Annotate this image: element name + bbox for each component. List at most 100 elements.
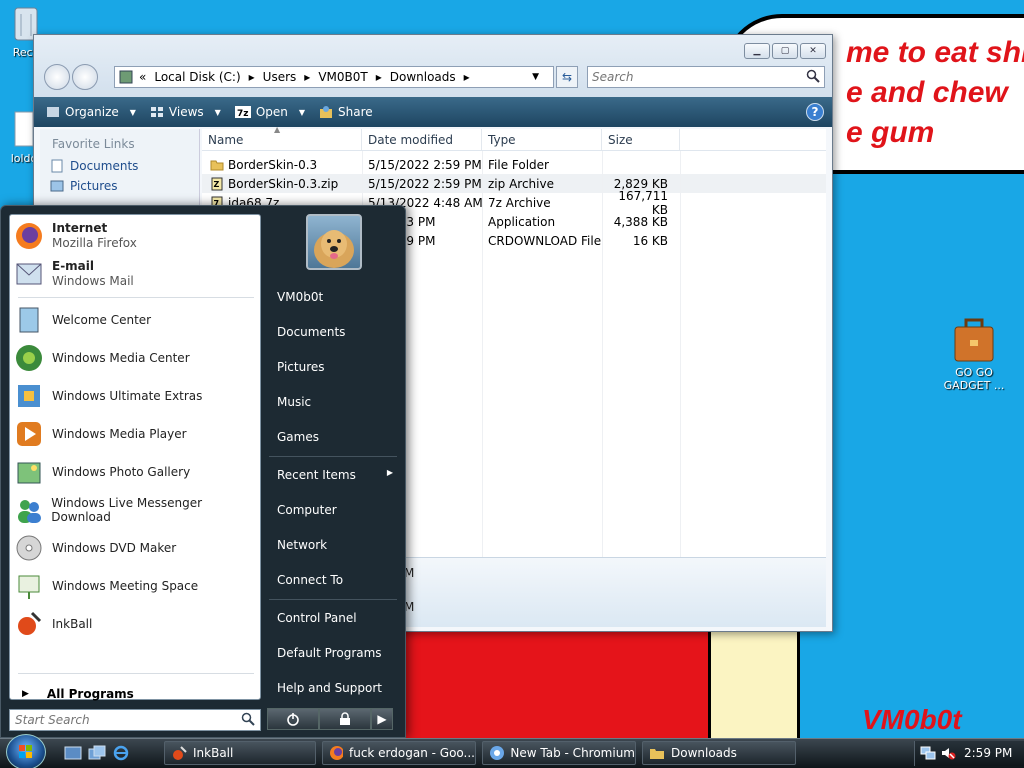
program-item[interactable]: Windows Photo Gallery [14, 457, 190, 487]
start-search-input[interactable] [10, 710, 230, 730]
help-button[interactable]: ? [806, 103, 824, 121]
pinned-item-email[interactable]: E-mail Windows Mail [14, 259, 134, 289]
file-date: 5/15/2022 2:59 PM [368, 157, 482, 172]
start-help-support[interactable]: Help and Support [277, 681, 382, 695]
back-button[interactable] [44, 64, 70, 90]
start-documents[interactable]: Documents [277, 325, 345, 339]
lock-button[interactable] [319, 708, 371, 730]
forward-button[interactable] [72, 64, 98, 90]
pictures-icon [50, 180, 64, 192]
taskbar-button-downloads[interactable]: Downloads [642, 741, 796, 765]
views-menu[interactable]: Views ▼ [150, 105, 221, 119]
pinned-item-internet[interactable]: Internet Mozilla Firefox [14, 221, 137, 251]
photo-gallery-icon [17, 462, 41, 484]
start-default-programs[interactable]: Default Programs [277, 646, 382, 660]
file-date: 5/15/2022 2:59 PM [368, 176, 482, 191]
command-bar: Organize ▼ Views ▼ 7z Open ▼ Share ? [34, 97, 832, 127]
search-icon[interactable] [241, 712, 255, 726]
show-desktop-icon[interactable] [64, 745, 82, 761]
power-options-button[interactable]: ▶ [371, 708, 393, 730]
views-icon [150, 107, 163, 117]
power-button[interactable] [267, 708, 319, 730]
program-item[interactable]: Windows DVD Maker [14, 533, 176, 563]
lock-icon [340, 712, 350, 725]
arrow-right-icon: ▶ [22, 689, 29, 699]
refresh-button[interactable]: ⇆ [556, 66, 578, 88]
program-item[interactable]: Windows Media Center [14, 343, 190, 373]
search-icon[interactable] [806, 69, 820, 83]
favorite-link-pictures[interactable]: Pictures [50, 179, 199, 193]
welcome-center-icon [19, 307, 39, 333]
favorite-link-documents[interactable]: Documents [50, 159, 199, 173]
breadcrumb-item[interactable]: Users [263, 70, 297, 84]
program-item[interactable]: InkBall [14, 609, 92, 639]
program-item[interactable]: Windows Ultimate Extras [14, 381, 202, 411]
start-music[interactable]: Music [277, 395, 311, 409]
organize-label: Organize [65, 105, 119, 119]
pinned-subtitle: Mozilla Firefox [52, 236, 137, 250]
column-header-row: ▲ Name Date modified Type Size [202, 125, 826, 151]
start-user-folder[interactable]: VM0b0t [277, 290, 323, 304]
taskbar-button-chromium[interactable]: New Tab - Chromium [482, 741, 636, 765]
search-input[interactable] [588, 67, 788, 87]
start-pictures[interactable]: Pictures [277, 360, 325, 374]
mail-icon [16, 263, 42, 285]
column-header-date[interactable]: Date modified [362, 129, 482, 150]
program-item[interactable]: Windows Meeting Space [14, 571, 198, 601]
breadcrumb-item[interactable]: Downloads [390, 70, 456, 84]
start-control-panel[interactable]: Control Panel [277, 611, 357, 625]
svg-text:Z: Z [214, 180, 220, 189]
user-avatar[interactable] [306, 214, 362, 270]
switch-windows-icon[interactable] [88, 745, 106, 761]
file-type: 7z Archive [488, 195, 551, 210]
start-network[interactable]: Network [277, 538, 327, 552]
column-header-size[interactable]: Size [602, 129, 680, 150]
minimize-button[interactable]: ▁ [744, 43, 770, 59]
folder-icon [650, 749, 664, 759]
start-computer[interactable]: Computer [277, 503, 337, 517]
address-dropdown-icon[interactable]: ▼ [532, 72, 539, 82]
start-recent-items[interactable]: Recent Items ▶ [277, 468, 393, 482]
window-controls: ▁ ▢ ✕ [744, 43, 826, 59]
file-row[interactable]: BorderSkin-0.3 5/15/2022 2:59 PM File Fo… [202, 155, 826, 174]
column-header-type[interactable]: Type [482, 129, 602, 150]
program-item[interactable]: Windows Media Player [14, 419, 187, 449]
maximize-button[interactable]: ▢ [772, 43, 798, 59]
desktop-icon-gadget[interactable]: GO GO GADGET ... [936, 318, 1012, 392]
address-bar[interactable]: « Local Disk (C:) ▸ Users ▸ VM0B0T ▸ Downlo… [114, 66, 554, 88]
breadcrumb-item[interactable]: VM0B0T [318, 70, 367, 84]
network-icon[interactable] [920, 745, 936, 761]
file-type: zip Archive [488, 176, 554, 191]
close-button[interactable]: ✕ [800, 43, 826, 59]
svg-text:7z: 7z [237, 109, 249, 119]
dvd-maker-icon [16, 535, 42, 561]
file-type: Application [488, 214, 556, 229]
start-button[interactable] [6, 734, 46, 768]
start-search-box[interactable] [9, 709, 261, 731]
breadcrumb-item[interactable]: Local Disk (C:) [154, 70, 240, 84]
wallpaper-yellow-shape [708, 630, 800, 738]
all-programs-button[interactable]: ▶ All Programs [22, 687, 134, 701]
open-menu[interactable]: 7z Open ▼ [234, 105, 305, 119]
breadcrumb-chevron: « [139, 70, 147, 84]
search-box[interactable] [587, 66, 825, 88]
share-button[interactable]: Share [319, 105, 373, 119]
start-games[interactable]: Games [277, 430, 319, 444]
divider [18, 673, 254, 674]
program-item[interactable]: Windows Live Messenger Download [14, 495, 260, 525]
7zip-icon: 7z [234, 106, 251, 119]
organize-icon [47, 107, 59, 117]
system-clock[interactable]: 2:59 PM [964, 746, 1012, 760]
taskbar-button-inkball[interactable]: InkBall [164, 741, 316, 765]
volume-muted-icon[interactable] [940, 745, 956, 761]
program-item[interactable]: Welcome Center [14, 305, 151, 335]
file-size: 167,711 KB [618, 188, 668, 217]
taskbar-button-firefox[interactable]: fuck erdogan - Goo... [322, 741, 476, 765]
column-header-name[interactable]: ▲ Name [202, 125, 362, 150]
file-row[interactable]: Z BorderSkin-0.3.zip 5/15/2022 2:59 PM zi… [202, 174, 826, 193]
internet-explorer-icon[interactable] [112, 745, 130, 761]
share-icon [320, 106, 333, 118]
organize-menu[interactable]: Organize ▼ [46, 105, 136, 119]
start-connect-to[interactable]: Connect To [277, 573, 343, 587]
open-label: Open [255, 105, 288, 119]
